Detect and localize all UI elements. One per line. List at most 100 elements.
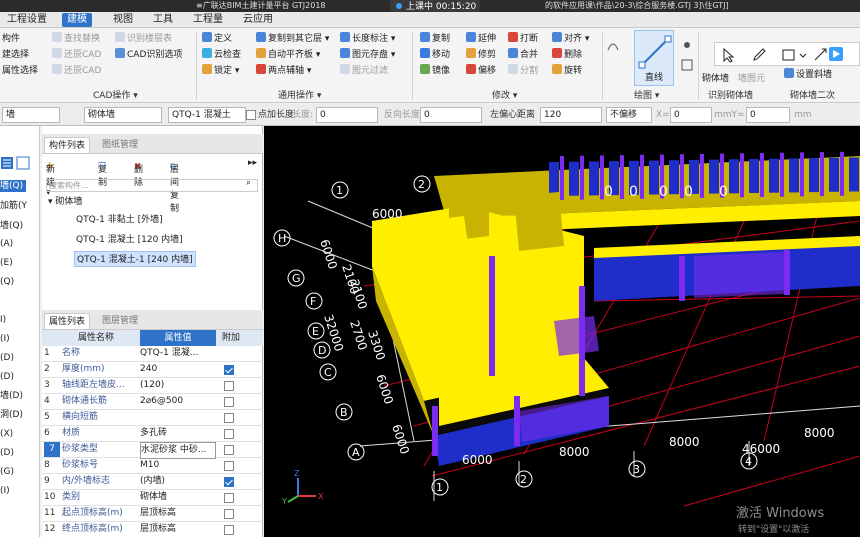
menu-item-quantity[interactable]: 工程量 <box>188 13 228 27</box>
property-row[interactable]: 11 起点顶标高(m) 层顶标高 <box>42 506 263 522</box>
ribbon-filter-btn[interactable]: 图元过滤 <box>340 64 388 78</box>
component-search-input[interactable]: 搜索构件... <box>46 179 258 192</box>
ribbon-merge-btn[interactable]: 合并 <box>508 48 538 62</box>
rect-draw-icon[interactable] <box>680 58 694 72</box>
group-recognize-wall[interactable]: 识别砌体墙 <box>708 88 753 101</box>
extra-checkbox[interactable] <box>224 477 234 487</box>
group-draw[interactable]: 绘图 ▾ <box>634 88 659 101</box>
sidebar-item-2[interactable]: 墙(Q) <box>0 220 23 232</box>
ribbon-define-btn[interactable]: 定义 <box>202 32 232 46</box>
sidebar-item-11[interactable]: 洞(D) <box>0 409 23 421</box>
ribbon-restore-cad2-btn[interactable]: 还原CAD <box>52 64 101 78</box>
ribbon-cloud-check-btn[interactable]: 云检查 <box>202 48 241 62</box>
cursor-select-icon[interactable] <box>721 47 737 63</box>
tab-property-list[interactable]: 属性列表 <box>44 313 91 329</box>
property-value[interactable]: 多孔砖 <box>140 426 216 441</box>
property-value[interactable]: 水泥砂浆 中砂... <box>140 442 216 459</box>
extra-checkbox[interactable] <box>224 397 234 407</box>
tab-drawing-manager[interactable]: 图纸管理 <box>98 137 142 153</box>
ribbon-find-replace-btn[interactable]: 查找替换 <box>52 32 100 46</box>
sidebar-item-13[interactable]: (D) <box>0 447 14 459</box>
property-row[interactable]: 2 厚度(mm) 240 <box>42 362 263 378</box>
sidebar-item-10[interactable]: 墙(D) <box>0 390 23 402</box>
property-value[interactable]: M10 <box>140 458 216 473</box>
tab-layer-manager[interactable]: 图层管理 <box>98 313 142 329</box>
offset-mode-select[interactable]: 不偏移 <box>606 107 652 123</box>
group-wall-secondary[interactable]: 砌体墙二次 <box>790 88 835 101</box>
group-cad-ops[interactable]: CAD操作 ▾ <box>93 88 138 101</box>
property-value[interactable]: 2⌀6@500 <box>140 394 216 409</box>
sidebar-item-7[interactable]: (I) <box>0 333 10 345</box>
tree-item-2[interactable]: QTQ-1 混凝土-1 [240 内墙] <box>74 251 196 267</box>
tree-item-0[interactable]: QTQ-1 非黏土 [外墙] <box>76 212 163 228</box>
property-row[interactable]: 4 砌体通长筋 2⌀6@500 <box>42 394 263 410</box>
ribbon-auto-align-btn[interactable]: 自动平齐板 ▾ <box>256 48 320 62</box>
property-value[interactable]: (内墙) <box>140 474 216 489</box>
group-modify[interactable]: 修改 ▾ <box>492 88 517 101</box>
offset-input[interactable]: 120 <box>540 107 602 123</box>
property-value[interactable]: 层顶标高 <box>140 506 216 521</box>
ribbon-copy-btn[interactable]: 复制 <box>420 32 450 46</box>
property-value[interactable]: (120) <box>140 378 216 393</box>
ribbon-trim-btn[interactable]: 修剪 <box>466 48 496 62</box>
tab-component-list[interactable]: 构件列表 <box>44 137 91 153</box>
property-row[interactable]: 7 砂浆类型 水泥砂浆 中砂... <box>42 442 263 459</box>
sidebar-item-14[interactable]: (G) <box>0 466 14 478</box>
building-model[interactable]: H GF EDC B A 1 2 3 4 1 2 6000 8000 8000 46000 8000 6000 6… <box>264 126 860 537</box>
list-view-icon[interactable] <box>0 156 14 170</box>
ribbon-cad-options-btn[interactable]: CAD识别选项 <box>115 48 182 62</box>
property-row[interactable]: 6 材质 多孔砖 <box>42 426 263 442</box>
sidebar-item-8[interactable]: (D) <box>0 352 14 364</box>
ribbon-wall-element-btn[interactable]: 墙图元 <box>738 72 765 86</box>
menu-item-cloud[interactable]: 云应用 <box>238 13 278 27</box>
grid-view-icon[interactable] <box>16 156 30 170</box>
extra-checkbox[interactable] <box>224 493 234 503</box>
sidebar-item-1[interactable]: 加筋(Y <box>0 200 27 212</box>
property-value[interactable]: 层顶标高 <box>140 522 216 537</box>
sidebar-item-15[interactable]: (I) <box>0 485 10 497</box>
pen-icon[interactable] <box>751 47 767 63</box>
property-row[interactable]: 9 内/外墙标志 (内墙) <box>42 474 263 490</box>
rectangle-icon[interactable] <box>781 47 797 63</box>
x-input[interactable]: 0 <box>670 107 712 123</box>
3d-viewport[interactable]: H G F E D C B A 1 2 3 4 1 2 6000 8000 8000 46000 8000 6000 6… <box>264 126 860 537</box>
ribbon-split-btn[interactable]: 分割 <box>508 64 538 78</box>
ribbon-break-btn[interactable]: 打断 <box>508 32 538 46</box>
extra-checkbox[interactable] <box>224 445 234 455</box>
tree-group-masonry[interactable]: ▾ 砌体墙 <box>48 194 82 210</box>
extra-checkbox[interactable] <box>224 365 234 375</box>
property-row[interactable]: 3 轴线距左墙皮... (120) <box>42 378 263 394</box>
property-value[interactable]: QTQ-1 混凝... <box>140 346 216 361</box>
length-input[interactable]: 0 <box>316 107 378 123</box>
floor-select[interactable]: 墙 <box>2 107 60 123</box>
group-common-ops[interactable]: 通用操作 ▾ <box>278 88 321 101</box>
property-row[interactable]: 5 横向短筋 <box>42 410 263 426</box>
ribbon-two-point-axis-btn[interactable]: 两点辅轴 ▾ <box>256 64 311 78</box>
draw-line-button[interactable]: 直线 <box>634 30 674 86</box>
point-length-checkbox[interactable] <box>246 110 256 120</box>
arc-icon[interactable] <box>606 38 620 52</box>
menu-item-tools[interactable]: 工具 <box>148 13 178 27</box>
menu-item-project-settings[interactable]: 工程设置 <box>2 13 52 27</box>
ribbon-move-btn[interactable]: 移动 <box>420 48 450 62</box>
ribbon-lock-btn[interactable]: 锁定 ▾ <box>202 64 239 78</box>
ribbon-component-btn[interactable]: 构件 <box>2 32 20 46</box>
ribbon-select-btn[interactable]: 建选择 <box>2 48 29 62</box>
ribbon-align-btn[interactable]: 对齐 ▾ <box>552 32 589 46</box>
tool-more-icon[interactable] <box>813 47 829 63</box>
ribbon-restore-cad-btn[interactable]: 还原CAD <box>52 48 101 62</box>
y-input[interactable]: 0 <box>746 107 790 123</box>
sidebar-item-0[interactable]: 墙(Q) <box>0 180 26 192</box>
ribbon-mirror-btn[interactable]: 镜像 <box>420 64 450 78</box>
sidebar-item-9[interactable]: (D) <box>0 371 14 383</box>
reverse-length-input[interactable]: 0 <box>420 107 482 123</box>
chevron-down-icon[interactable] <box>799 47 807 63</box>
component-select[interactable]: QTQ-1 混凝土 <box>168 107 246 123</box>
ribbon-length-dim-btn[interactable]: 长度标注 ▾ <box>340 32 395 46</box>
property-row[interactable]: 1 名称 QTQ-1 混凝... <box>42 346 263 362</box>
ribbon-attr-select-btn[interactable]: 属性选择 <box>2 64 38 78</box>
property-row[interactable]: 10 类别 砌体墙 <box>42 490 263 506</box>
extra-checkbox[interactable] <box>224 413 234 423</box>
property-value[interactable]: 240 <box>140 362 216 377</box>
ribbon-floor-table-btn[interactable]: 识别楼层表 <box>115 32 172 46</box>
